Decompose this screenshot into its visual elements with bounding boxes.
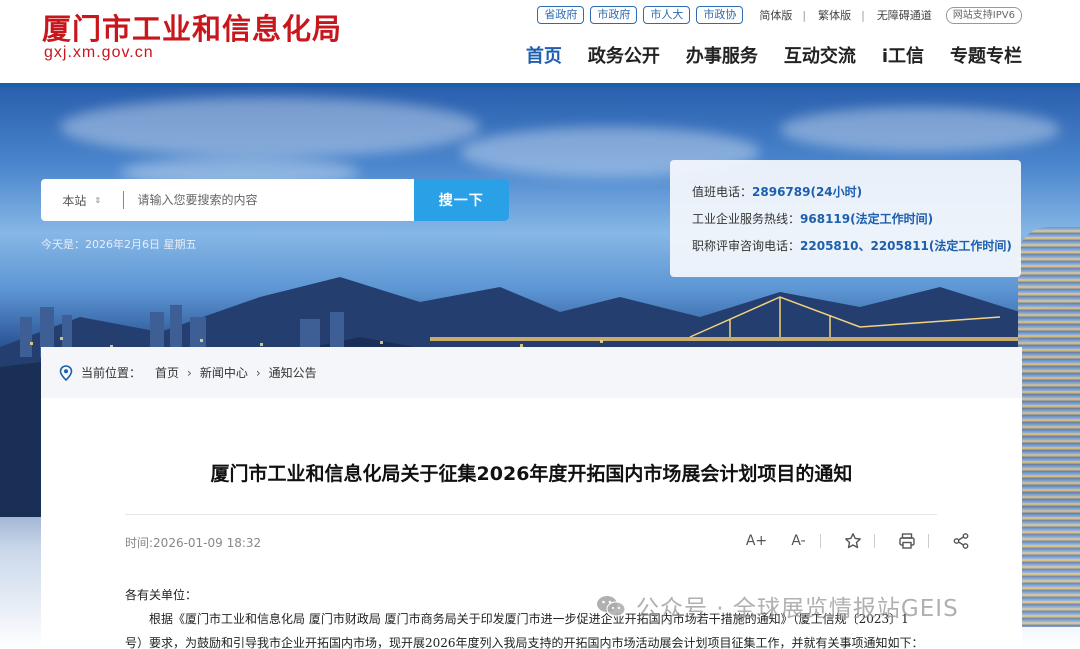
hotline-title-review: 职称评审咨询电话：2205810、2205811(法定工作时间) [692, 233, 1021, 260]
divider [820, 533, 821, 548]
cloud [60, 97, 480, 157]
link-cppcc[interactable]: 市政协 [696, 6, 744, 24]
simplified-link[interactable]: 简体版 [759, 7, 792, 23]
site-title[interactable]: 厦门市工业和信息化局 [42, 6, 342, 48]
nav-government-affairs[interactable]: 政务公开 [588, 42, 660, 68]
cloud [780, 107, 1060, 152]
breadcrumb: 当前位置： 首页 › 新闻中心 › 通知公告 [41, 347, 1022, 398]
link-peoples-congress[interactable]: 市人大 [643, 6, 691, 24]
nav-special-column[interactable]: 专题专栏 [950, 42, 1022, 68]
accessibility-link[interactable]: 无障碍通道 [877, 7, 932, 23]
breadcrumb-news-center[interactable]: 新闻中心 [200, 364, 248, 381]
title-divider [125, 514, 937, 515]
hotline-enterprise: 工业企业服务热线：968119(法定工作时间) [692, 206, 1021, 233]
hotline-number: 2896789(24小时) [752, 185, 863, 199]
article-tools: A+ A- [746, 530, 992, 551]
today-date: 今天是：2026年2月6日 星期五 [41, 238, 197, 251]
favorite-button[interactable] [842, 530, 863, 551]
search-scope-label: 本站 [62, 193, 87, 208]
divider: | [802, 8, 807, 22]
nav-services[interactable]: 办事服务 [686, 42, 758, 68]
link-city-gov[interactable]: 市政府 [590, 6, 638, 24]
nav-i-gongxin[interactable]: i工信 [882, 42, 924, 68]
hotline-label: 值班电话： [692, 185, 753, 199]
main-nav: 首页 政务公开 办事服务 互动交流 i工信 专题专栏 [500, 42, 1022, 68]
publish-time: 时间:2026-01-09 18:32 [125, 536, 262, 550]
font-decrease-button[interactable]: A- [788, 530, 809, 551]
article-title: 厦门市工业和信息化局关于征集2026年度开拓国内市场展会计划项目的通知 [210, 463, 853, 485]
search-bar: 本站 ⇕ 搜一下 [41, 179, 510, 221]
star-icon [844, 532, 861, 548]
hotline-label: 职称评审咨询电话： [692, 239, 801, 253]
breadcrumb-home[interactable]: 首页 [155, 364, 179, 381]
search-scope-select[interactable]: 本站 ⇕ [41, 179, 123, 221]
nav-home[interactable]: 首页 [526, 42, 562, 68]
watermark-text: 公众号 · 全球展览情报站GEIS [636, 596, 959, 622]
hotline-label: 工业企业服务热线： [692, 212, 801, 226]
breadcrumb-label: 当前位置： [81, 366, 142, 380]
divider [874, 533, 875, 548]
paragraph-text: 号）要求，为鼓励和引导我市企业开拓国内市场，现开展2026年度列入我局支持的开拓… [125, 636, 924, 649]
ipv6-badge: 网站支持IPV6 [945, 6, 1022, 24]
search-input[interactable] [123, 179, 414, 221]
location-pin-icon [59, 364, 73, 381]
top-links: 省政府 市政府 市人大 市政协 简体版 | 繁体版 | 无障碍通道 网站支持IP… [531, 6, 1022, 24]
updown-icon: ⇕ [94, 195, 102, 205]
hotline-number: 2205810、2205811(法定工作时间) [800, 239, 1012, 253]
wechat-icon [597, 596, 626, 617]
share-button[interactable] [950, 530, 971, 551]
print-button[interactable] [896, 530, 917, 551]
chevron-right-icon: › [187, 365, 192, 380]
link-provincial-gov[interactable]: 省政府 [537, 6, 585, 24]
font-decrease-label: A- [791, 532, 806, 549]
site-header: 厦门市工业和信息化局 gxj.xm.gov.cn 省政府 市政府 市人大 市政协… [0, 0, 1080, 87]
printer-icon [898, 532, 915, 549]
site-domain: gxj.xm.gov.cn [44, 44, 154, 61]
tower-building [1018, 227, 1080, 627]
font-increase-button[interactable]: A+ [746, 530, 767, 551]
paragraph: 号）要求，为鼓励和引导我市企业开拓国内市场，现开展2026年度列入我局支持的开拓… [125, 631, 937, 649]
divider [928, 533, 929, 548]
wechat-watermark: 公众号 · 全球展览情报站GEIS [596, 589, 959, 623]
hotline-number: 968119(法定工作时间) [800, 212, 934, 226]
breadcrumb-notices[interactable]: 通知公告 [269, 364, 317, 381]
hotline-duty: 值班电话：2896789(24小时) [692, 179, 1021, 206]
hotline-box: 值班电话：2896789(24小时) 工业企业服务热线：968119(法定工作时… [670, 160, 1021, 277]
search-button[interactable]: 搜一下 [413, 179, 510, 221]
chevron-right-icon: › [255, 365, 261, 380]
font-increase-label: A+ [745, 532, 768, 549]
divider: | [861, 8, 865, 22]
share-icon [953, 532, 968, 549]
nav-interaction[interactable]: 互动交流 [784, 42, 856, 68]
traditional-link[interactable]: 繁体版 [818, 7, 851, 23]
